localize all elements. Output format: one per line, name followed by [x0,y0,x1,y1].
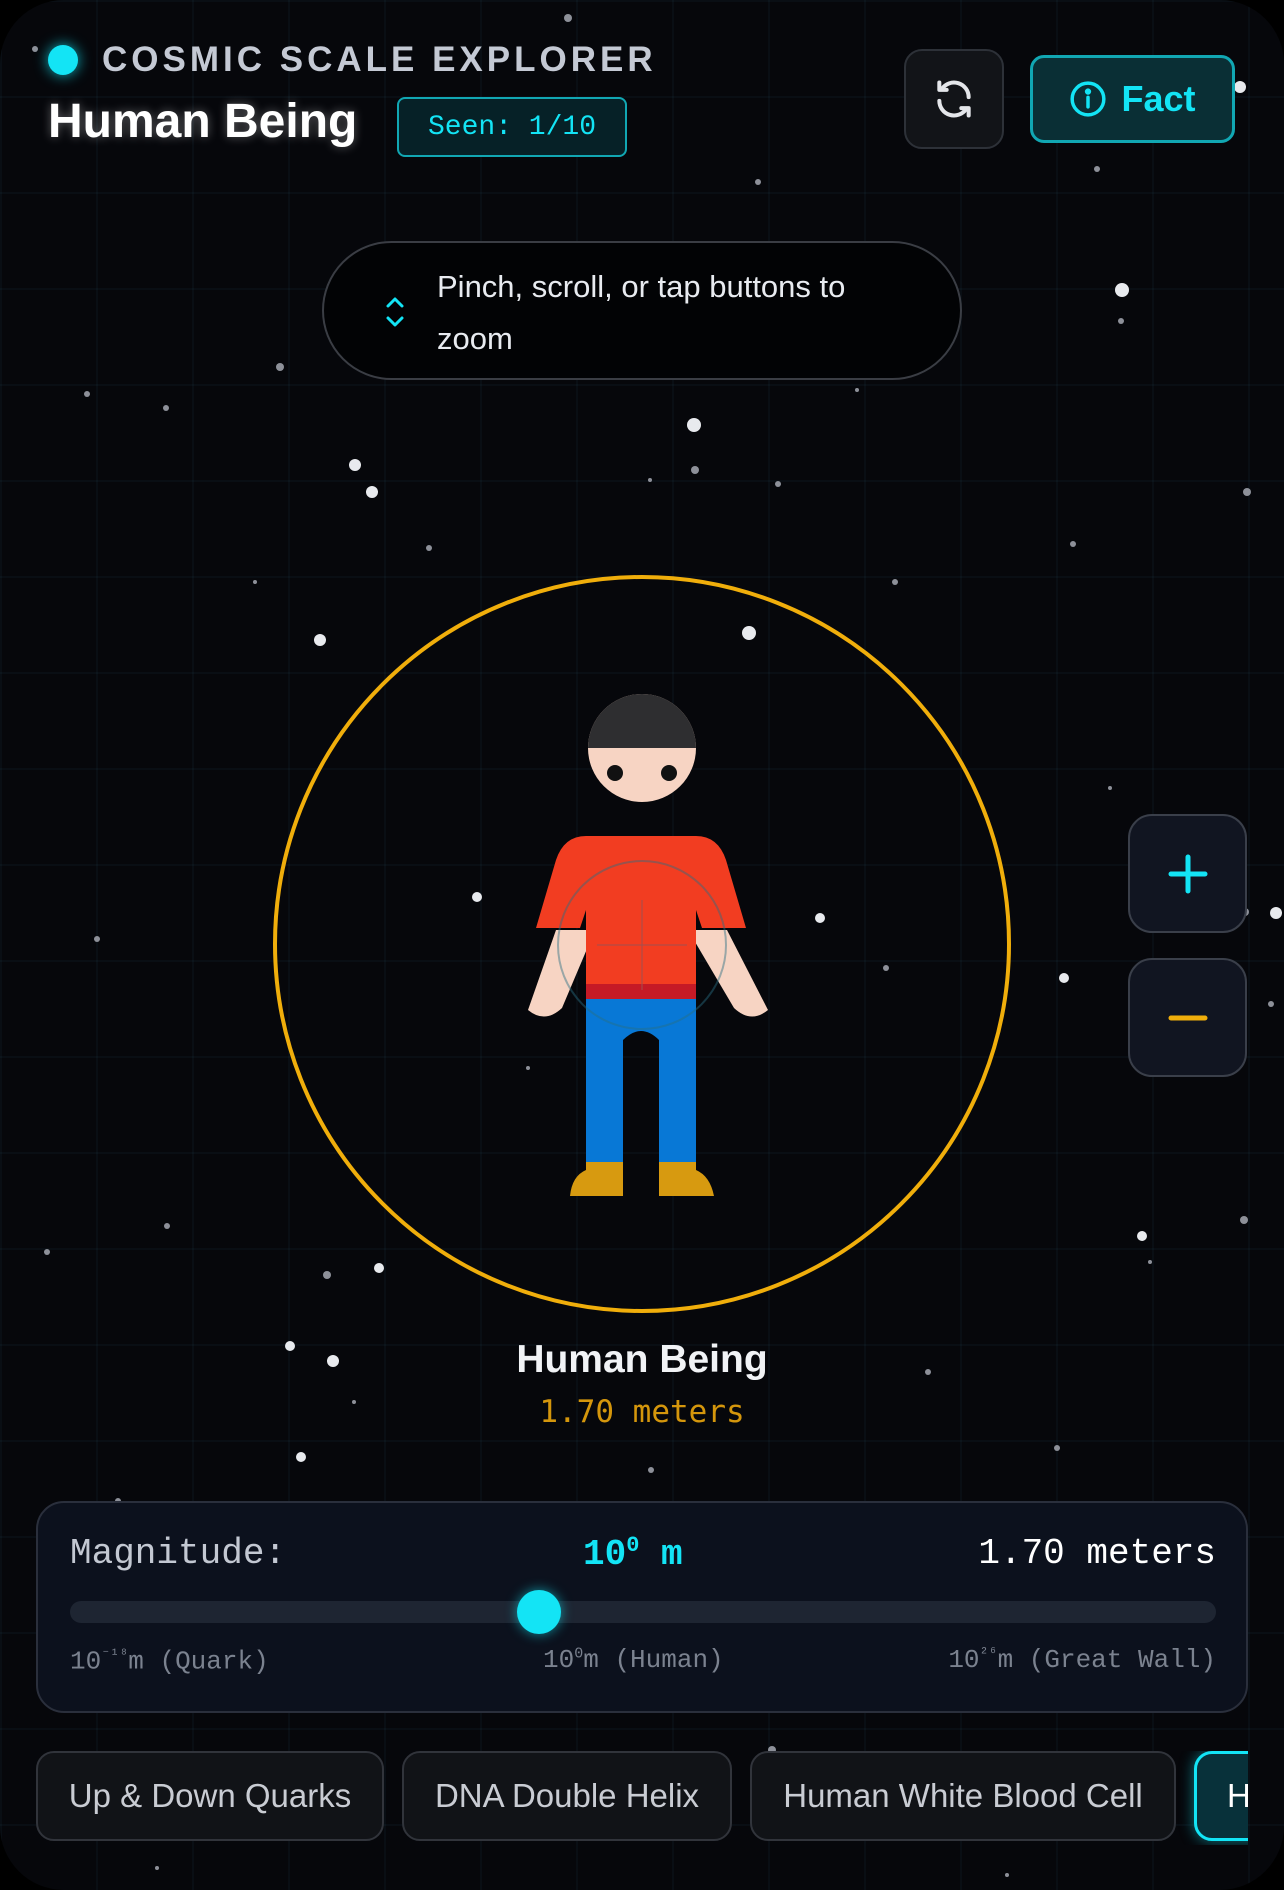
plus-icon [1168,854,1207,893]
chip-human-being[interactable]: H [1194,1751,1248,1841]
object-name: Human Being [516,1338,768,1381]
chip-white-blood-cell[interactable]: Human White Blood Cell [750,1751,1176,1841]
object-chip-list: Up & Down Quarks DNA Double Helix Human … [36,1751,1248,1845]
chip-dna-double-helix[interactable]: DNA Double Helix [402,1751,732,1841]
magnitude-slider-track[interactable] [70,1601,1216,1623]
magnitude-value: 100 m [583,1533,683,1575]
magnitude-size: 1.70 meters [978,1533,1216,1574]
app-frame: COSMIC SCALE EXPLORER Human Being Seen: … [0,0,1284,1890]
chip-up-down-quarks[interactable]: Up & Down Quarks [36,1751,384,1841]
minus-icon [1168,1015,1207,1020]
tick-label-max: 10²⁶m (Great Wall) [948,1645,1216,1675]
magnitude-panel: Magnitude: 100 m 1.70 meters 10⁻¹⁸m (Qua… [36,1501,1248,1713]
tick-label-min: 10⁻¹⁸m (Quark) [70,1646,269,1677]
zoom-out-button[interactable] [1128,958,1247,1077]
object-size: 1.70 meters [539,1394,745,1430]
zoom-in-button[interactable] [1128,814,1247,933]
magnitude-slider-thumb[interactable] [516,1590,561,1634]
magnitude-label: Magnitude: [70,1533,287,1574]
tick-label-human: 100m (Human) [543,1645,724,1675]
